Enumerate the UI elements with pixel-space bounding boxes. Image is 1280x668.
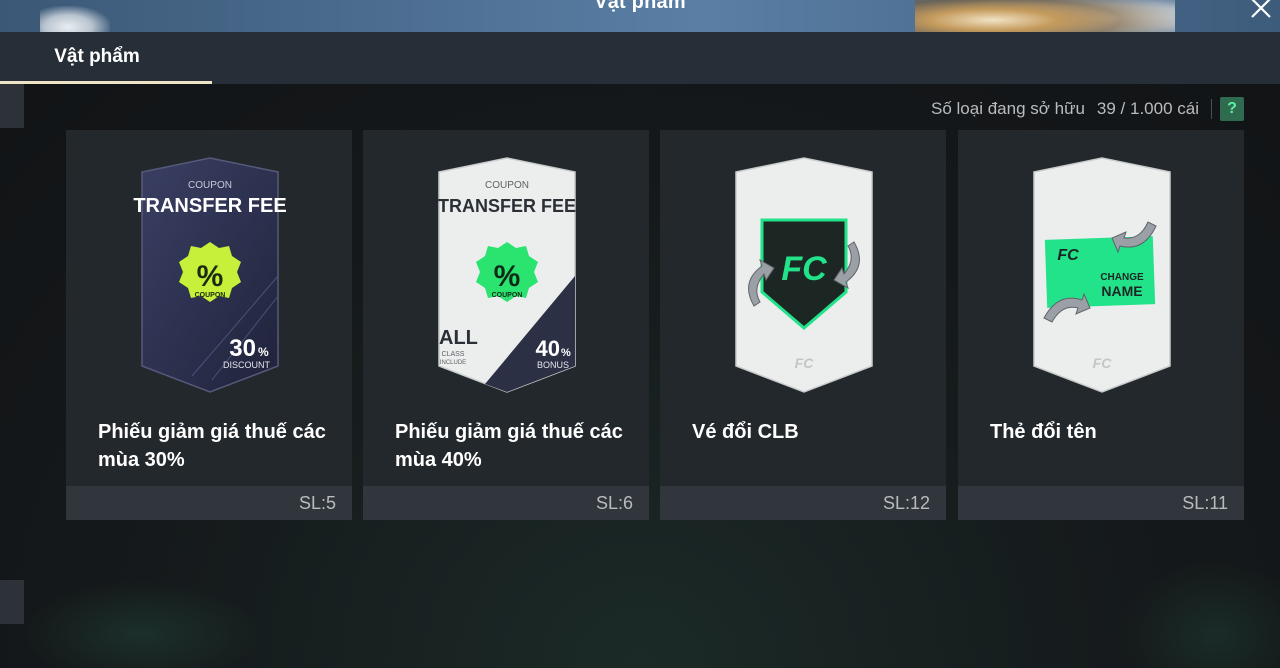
svg-text:FC: FC bbox=[781, 250, 827, 288]
item-name: Phiếu giảm giá thuế các mùa 40% bbox=[395, 421, 623, 471]
card-value-unit: % bbox=[258, 345, 269, 359]
card-value: 40 bbox=[536, 336, 560, 361]
card-value-label: BONUS bbox=[537, 360, 569, 370]
item-name: Phiếu giảm giá thuế các mùa 30% bbox=[98, 421, 326, 471]
card-line-2: NAME bbox=[1101, 283, 1142, 299]
badge-symbol: % bbox=[197, 260, 224, 293]
tab-bar: Vật phẩm bbox=[0, 32, 1280, 84]
badge-label: COUPON bbox=[195, 292, 226, 299]
item-card[interactable]: FC CHANGE NAME FC Thẻ đổi tên SL:11 bbox=[958, 130, 1244, 520]
background-emblem-right bbox=[1120, 560, 1280, 668]
item-quantity: SL:12 bbox=[882, 492, 930, 513]
svg-text:FC: FC bbox=[1093, 355, 1113, 371]
card-value-label: DISCOUNT bbox=[223, 360, 271, 370]
class-label: ALL bbox=[439, 327, 478, 349]
owned-value: 39 / 1.000 cái bbox=[1096, 99, 1199, 118]
tab-label: Vật phẩm bbox=[54, 46, 140, 67]
class-sub-label-2: INCLUDE bbox=[440, 360, 466, 366]
side-handle-bottom[interactable] bbox=[0, 580, 24, 624]
background-emblem bbox=[20, 580, 260, 668]
card-top-label: COUPON bbox=[188, 180, 232, 191]
name-change-icon: FC CHANGE NAME FC bbox=[1033, 157, 1171, 393]
svg-text:FC: FC bbox=[1057, 247, 1079, 264]
window-title: Vật phẩm bbox=[594, 0, 686, 13]
close-icon bbox=[1251, 0, 1271, 18]
svg-text:FC: FC bbox=[795, 355, 815, 371]
item-card[interactable]: COUPON TRANSFER FEE % COUPON 30 % DISCOU… bbox=[66, 130, 352, 520]
card-value-unit: % bbox=[561, 347, 571, 359]
item-card[interactable]: FC FC Vé đổi CLB SL:12 bbox=[660, 130, 946, 520]
title-banner: Vật phẩm bbox=[0, 0, 1280, 32]
item-footer: SL:5 bbox=[66, 486, 352, 520]
owned-label: Số loại đang sở hữu bbox=[931, 99, 1085, 118]
side-handle-top[interactable] bbox=[0, 84, 24, 128]
class-sub-label: CLASS bbox=[442, 351, 465, 358]
item-card[interactable]: COUPON TRANSFER FEE % COUPON ALL CLASS I… bbox=[363, 130, 649, 520]
item-quantity: SL:6 bbox=[595, 492, 633, 513]
card-title: TRANSFER FEE bbox=[438, 196, 576, 216]
card-top-label: COUPON bbox=[485, 180, 529, 191]
question-icon: ? bbox=[1227, 100, 1237, 117]
coupon-card-icon: COUPON TRANSFER FEE % COUPON ALL CLASS I… bbox=[438, 157, 576, 393]
item-name: Vé đổi CLB bbox=[692, 421, 799, 443]
close-button[interactable] bbox=[1248, 0, 1274, 22]
item-quantity: SL:5 bbox=[298, 492, 336, 513]
item-footer: SL:11 bbox=[958, 486, 1244, 520]
card-line-1: CHANGE bbox=[1100, 272, 1144, 283]
card-value: 30 bbox=[229, 335, 256, 362]
item-quantity: SL:11 bbox=[1182, 492, 1228, 513]
club-change-icon: FC FC bbox=[735, 157, 873, 393]
coupon-card-icon: COUPON TRANSFER FEE % COUPON 30 % DISCOU… bbox=[133, 157, 287, 393]
owned-count-row: Số loại đang sở hữu 39 / 1.000 cái ? bbox=[931, 97, 1244, 121]
badge-label: COUPON bbox=[492, 292, 523, 299]
badge-symbol: % bbox=[494, 260, 521, 293]
card-title: TRANSFER FEE bbox=[133, 195, 286, 217]
item-footer: SL:12 bbox=[660, 486, 946, 520]
tab-items[interactable]: Vật phẩm bbox=[0, 32, 212, 84]
divider bbox=[1211, 99, 1212, 119]
item-footer: SL:6 bbox=[363, 486, 649, 520]
item-name: Thẻ đổi tên bbox=[990, 421, 1097, 443]
help-button[interactable]: ? bbox=[1220, 97, 1244, 121]
